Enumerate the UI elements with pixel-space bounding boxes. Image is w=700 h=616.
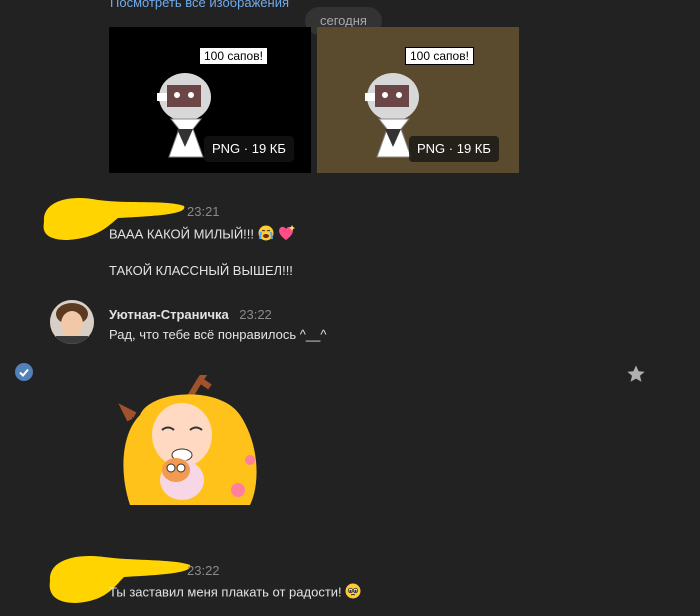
sparkling-heart-icon xyxy=(277,225,296,245)
speech-bubble: 100 сапов! xyxy=(199,47,268,65)
message-text: ВААА КАКОЙ МИЛЫЙ!!! xyxy=(109,225,296,245)
star-icon[interactable] xyxy=(626,364,646,389)
message-text: ТАКОЙ КЛАССНЫЙ ВЫШЕЛ!!! xyxy=(109,263,293,278)
sticker-image[interactable] xyxy=(110,375,270,515)
avatar[interactable] xyxy=(50,300,94,344)
message-text: Рад, что тебе всё понравилось ^__^ xyxy=(109,327,327,342)
message-text: Ты заставил меня плакать от радости! xyxy=(109,583,361,603)
image-attachment-1[interactable]: 100 сапов! PNG · 19 КБ xyxy=(109,27,311,173)
message-time: 23:22 xyxy=(187,563,220,578)
crying-emoji-icon xyxy=(258,225,274,245)
image-attachment-2[interactable]: 100 сапов! PNG · 19 КБ xyxy=(317,27,519,173)
file-info-badge: PNG · 19 КБ xyxy=(204,136,294,162)
pleading-face-emoji-icon xyxy=(345,583,361,603)
message-line: Ты заставил меня плакать от радости! xyxy=(109,584,342,600)
speech-bubble: 100 сапов! xyxy=(405,47,474,65)
view-all-images-link[interactable]: Посмотреть все изображения xyxy=(110,0,289,10)
message-time: 23:21 xyxy=(187,204,220,219)
message-time: 23:22 xyxy=(239,307,272,322)
message-line: ВААА КАКОЙ МИЛЫЙ!!! xyxy=(109,226,254,242)
message-author[interactable]: Уютная-Страничка xyxy=(109,307,229,322)
check-circle-icon[interactable] xyxy=(15,363,33,386)
file-info-badge: PNG · 19 КБ xyxy=(409,136,499,162)
